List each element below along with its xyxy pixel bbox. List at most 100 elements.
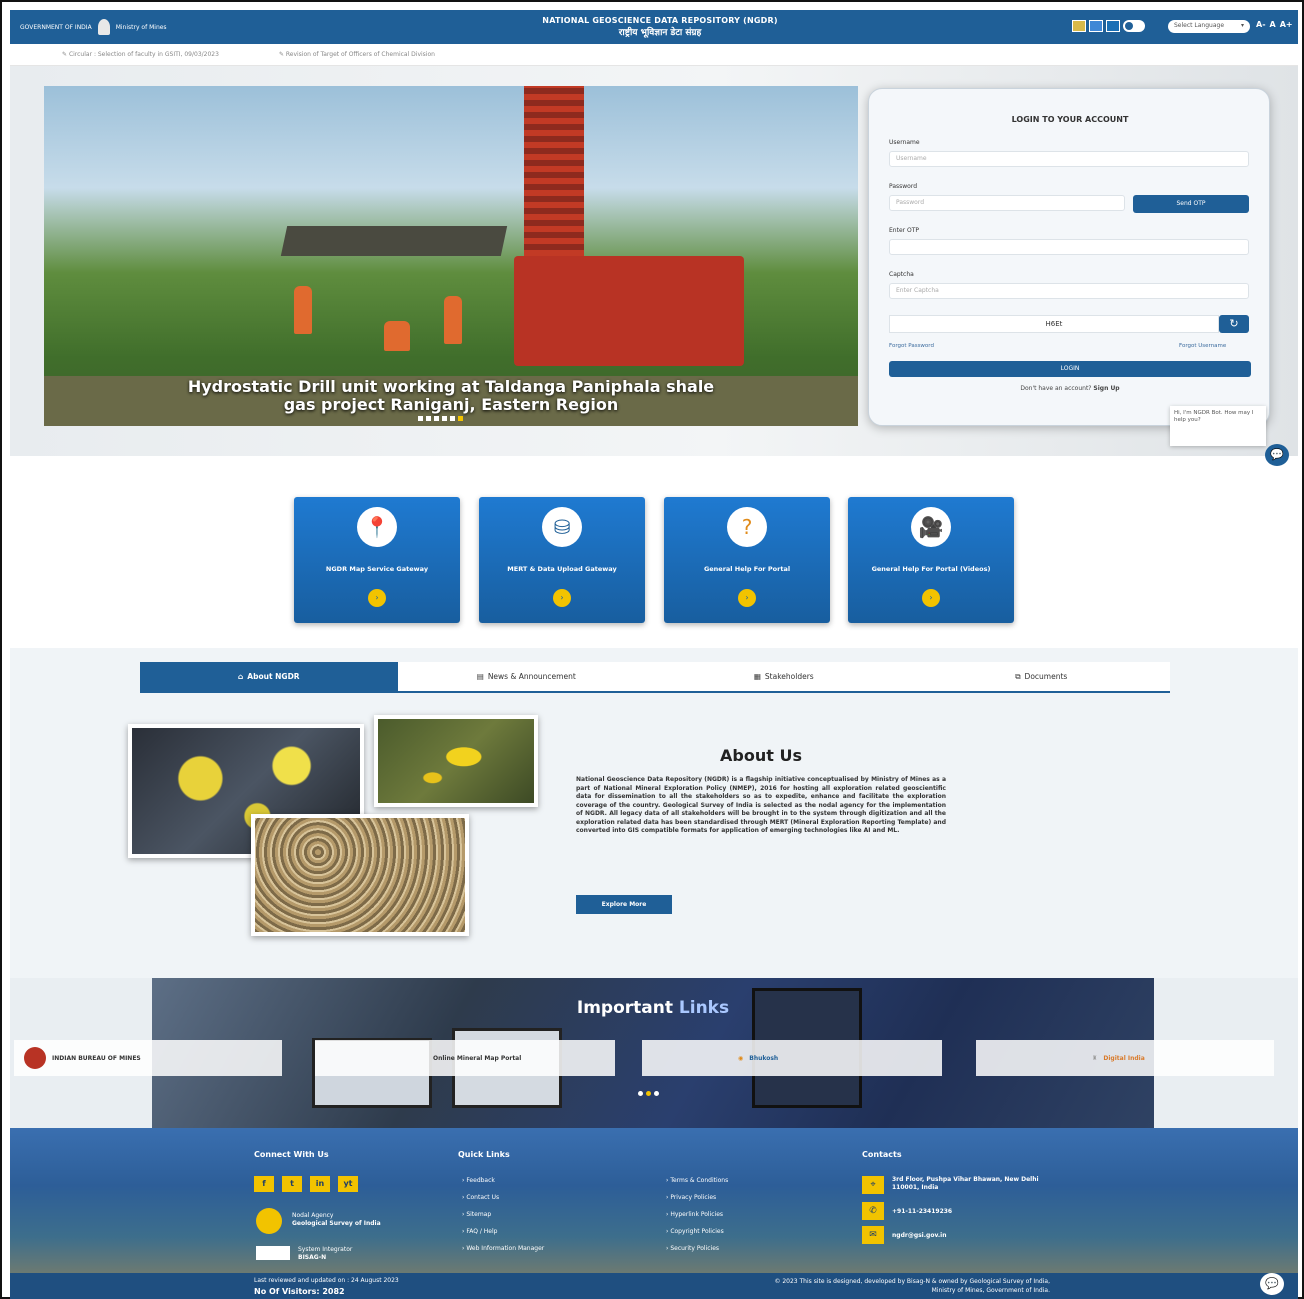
- link-logo-digital-india[interactable]: ♜ Digital India: [976, 1040, 1274, 1076]
- send-otp-button[interactable]: Send OTP: [1133, 195, 1249, 213]
- location-icon: ⌖: [862, 1176, 884, 1194]
- footer-link[interactable]: › Hyperlink Policies: [666, 1206, 728, 1223]
- shed-shape: [280, 226, 508, 256]
- card-help-videos[interactable]: 🎥 General Help For Portal (Videos) ›: [848, 497, 1014, 623]
- tab-documents[interactable]: ⧉ Documents: [913, 662, 1171, 691]
- chatbot-icon[interactable]: 💬: [1265, 444, 1289, 466]
- database-upload-icon: ⛁: [542, 507, 582, 547]
- font-increase-button[interactable]: A+: [1280, 20, 1293, 29]
- card-label: MERT & Data Upload Gateway: [507, 565, 617, 573]
- integrator-name[interactable]: BISAG-N: [298, 1254, 326, 1261]
- card-mert-upload[interactable]: ⛁ MERT & Data Upload Gateway ›: [479, 497, 645, 623]
- language-select[interactable]: Select Language ▾: [1168, 20, 1250, 33]
- gravel-sample-image: [251, 814, 469, 936]
- link-logo-label: Digital India: [1103, 1054, 1145, 1062]
- contact-address: 3rd Floor, Pushpa Vihar Bhawan, New Delh…: [892, 1176, 1039, 1191]
- slider-dots: [418, 416, 463, 421]
- refresh-captcha-icon[interactable]: ↻: [1219, 315, 1249, 333]
- help-icon: ?: [727, 507, 767, 547]
- ticker-item[interactable]: ✎ Revision of Target of Officers of Chem…: [279, 51, 435, 58]
- footer-link-text: Sitemap: [466, 1211, 492, 1218]
- nodal-name[interactable]: Geological Survey of India: [292, 1220, 381, 1227]
- home-icon: ⌂: [237, 672, 244, 681]
- tab-about[interactable]: ⌂ About NGDR: [140, 662, 398, 691]
- footer-link[interactable]: › Copyright Policies: [666, 1223, 728, 1240]
- slider-dot[interactable]: [426, 416, 431, 421]
- ticker-item-text: Circular : Selection of faculty in GSITI…: [68, 51, 219, 58]
- copyright-line2: Ministry of Mines, Government of India.: [931, 1287, 1050, 1294]
- contact-email[interactable]: ngdr@gsi.gov.in: [892, 1232, 946, 1239]
- theme-swatch-darkblue[interactable]: [1106, 20, 1120, 32]
- footer-link-text: Terms & Conditions: [670, 1177, 729, 1184]
- footer-link[interactable]: › Sitemap: [462, 1206, 544, 1223]
- card-general-help[interactable]: ? General Help For Portal ›: [664, 497, 830, 623]
- chatbot-icon[interactable]: 💬: [1260, 1273, 1284, 1295]
- forgot-username-link[interactable]: Forgot Username: [1179, 343, 1226, 349]
- about-title: About Us: [720, 746, 802, 765]
- hero-caption: Hydrostatic Drill unit working at Taldan…: [44, 378, 858, 414]
- login-button[interactable]: LOGIN: [889, 361, 1251, 377]
- explore-more-button[interactable]: Explore More: [576, 895, 672, 914]
- link-logo-label: INDIAN BUREAU OF MINES: [52, 1054, 141, 1062]
- quick-links-col2: › Terms & Conditions › Privacy Policies …: [666, 1172, 728, 1257]
- footer-link[interactable]: › Security Policies: [666, 1240, 728, 1257]
- link-logo-ibm[interactable]: INDIAN BUREAU OF MINES: [14, 1040, 282, 1076]
- signup-link[interactable]: Sign Up: [1093, 385, 1119, 392]
- captcha-input[interactable]: Enter Captcha: [889, 283, 1249, 299]
- footer-link[interactable]: › Contact Us: [462, 1189, 544, 1206]
- carousel-dot[interactable]: [654, 1091, 659, 1096]
- link-logo-label: Online Mineral Map Portal: [433, 1054, 522, 1062]
- nodal-agency: Nodal Agency Geological Survey of India: [292, 1212, 381, 1228]
- hero-caption-line1: Hydrostatic Drill unit working at Taldan…: [187, 377, 715, 396]
- font-decrease-button[interactable]: A-: [1256, 20, 1266, 29]
- footer-link[interactable]: › Feedback: [462, 1172, 544, 1189]
- worker-figure: [444, 296, 462, 344]
- ticker-item[interactable]: ✎ Circular : Selection of faculty in GSI…: [62, 51, 219, 58]
- nodal-label: Nodal Agency: [292, 1212, 334, 1219]
- arrow-right-icon: ›: [368, 589, 386, 607]
- slider-dot[interactable]: [458, 416, 463, 421]
- username-input[interactable]: Username: [889, 151, 1249, 167]
- footer-link[interactable]: › Web Information Manager: [462, 1240, 544, 1257]
- youtube-icon[interactable]: yt: [338, 1176, 358, 1192]
- font-size-controls: A- A A+: [1256, 20, 1293, 29]
- linkedin-icon[interactable]: in: [310, 1176, 330, 1192]
- slider-dot[interactable]: [450, 416, 455, 421]
- footer-link[interactable]: › FAQ / Help: [462, 1223, 544, 1240]
- slider-dot[interactable]: [442, 416, 447, 421]
- contrast-toggle[interactable]: [1123, 20, 1145, 32]
- otp-input[interactable]: [889, 239, 1249, 255]
- carousel-dot[interactable]: [638, 1091, 643, 1096]
- government-logo[interactable]: GOVERNMENT OF INDIA Ministry of Mines: [20, 18, 220, 36]
- tab-news[interactable]: ▤ News & Announcement: [398, 662, 656, 691]
- links-carousel-dots: [638, 1091, 659, 1096]
- ticker-item-text: Revision of Target of Officers of Chemic…: [285, 51, 435, 58]
- contact-phone[interactable]: +91-11-23419236: [892, 1208, 952, 1215]
- card-map-service[interactable]: 📍 NGDR Map Service Gateway ›: [294, 497, 460, 623]
- emblem-icon: [97, 19, 110, 35]
- footer-link-text: Contact Us: [466, 1194, 500, 1201]
- forgot-password-link[interactable]: Forgot Password: [889, 343, 934, 349]
- carousel-dot[interactable]: [646, 1091, 651, 1096]
- captcha-image: H6Et: [889, 315, 1219, 333]
- footer-link-text: Security Policies: [670, 1245, 720, 1252]
- footer-link-text: Hyperlink Policies: [670, 1211, 724, 1218]
- footer-link[interactable]: › Terms & Conditions: [666, 1172, 728, 1189]
- pin-icon: ✎: [62, 51, 69, 58]
- tab-stakeholders[interactable]: ▦ Stakeholders: [655, 662, 913, 691]
- title-part-b: Links: [678, 998, 730, 1018]
- slider-dot[interactable]: [418, 416, 423, 421]
- theme-swatch-gold[interactable]: [1072, 20, 1086, 32]
- font-normal-button[interactable]: A: [1270, 20, 1276, 29]
- twitter-icon[interactable]: t: [282, 1176, 302, 1192]
- link-logo-ommp[interactable]: Online Mineral Map Portal: [315, 1040, 615, 1076]
- hero-slide-image[interactable]: [44, 86, 858, 426]
- card-label: NGDR Map Service Gateway: [325, 565, 429, 573]
- slider-dot[interactable]: [434, 416, 439, 421]
- password-input[interactable]: Password: [889, 195, 1125, 211]
- link-logo-bhukosh[interactable]: ◉ Bhukosh: [642, 1040, 942, 1076]
- footer-link-text: FAQ / Help: [466, 1228, 498, 1235]
- footer-link[interactable]: › Privacy Policies: [666, 1189, 728, 1206]
- theme-swatch-blue[interactable]: [1089, 20, 1103, 32]
- facebook-icon[interactable]: f: [254, 1176, 274, 1192]
